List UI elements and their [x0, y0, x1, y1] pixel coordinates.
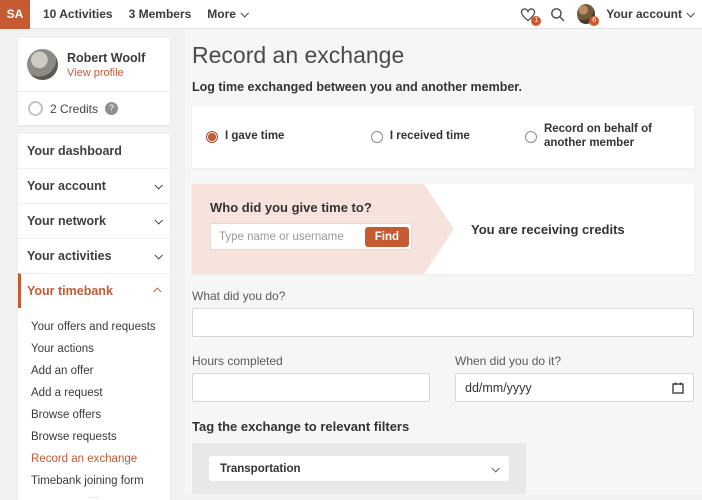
member-search-input[interactable]	[213, 231, 365, 243]
favorites-button[interactable]: 1	[519, 5, 537, 23]
sidebar-item-network[interactable]: Your network	[18, 203, 170, 238]
app-logo[interactable]: SA	[0, 0, 30, 29]
sidebar-subitem-browse-offers[interactable]: Browse offers	[18, 404, 170, 426]
what-did-you-do-label: What did you do?	[192, 289, 694, 303]
give-time-arrow-panel: Who did you give time to? Find	[192, 184, 454, 274]
sidebar-item-dashboard[interactable]: Your dashboard	[18, 134, 170, 168]
sidebar-item-activities[interactable]: Your activities	[18, 238, 170, 273]
radio-record-on-behalf[interactable]: Record on behalf of another member	[525, 123, 680, 151]
calendar-icon[interactable]	[672, 382, 684, 394]
chevron-up-icon	[153, 287, 161, 295]
member-search-group: Find	[210, 223, 412, 250]
give-time-question: Who did you give time to?	[210, 200, 412, 215]
search-button[interactable]	[548, 5, 566, 23]
chevron-down-icon	[154, 181, 162, 189]
nav-more-menu[interactable]: More	[207, 7, 247, 21]
radio-selected-icon[interactable]	[206, 131, 218, 143]
radio-i-gave-time[interactable]: I gave time	[206, 130, 371, 144]
radio-i-received-time[interactable]: I received time	[371, 130, 525, 144]
sidebar-item-timebank[interactable]: Your timebank	[18, 273, 170, 308]
page-subtitle: Log time exchanged between you and anoth…	[192, 80, 694, 94]
exchange-type-card: I gave time I received time Record on be…	[192, 106, 694, 168]
find-button[interactable]: Find	[365, 227, 409, 247]
account-avatar[interactable]: 6	[577, 5, 595, 23]
radio-icon[interactable]	[371, 131, 383, 143]
sidebar-subitem-joining-form[interactable]: Timebank joining form	[18, 470, 170, 492]
nav-members-link[interactable]: 3 Members	[129, 7, 192, 21]
chevron-down-icon	[154, 251, 162, 259]
filter-container: Transportation	[192, 443, 526, 494]
sidebar-subitem-add-offer[interactable]: Add an offer	[18, 360, 170, 382]
credits-coin-icon	[28, 101, 43, 116]
give-time-card: Who did you give time to? Find You are r…	[192, 184, 694, 274]
timebank-submenu: Your offers and requests Your actions Ad…	[18, 308, 170, 500]
view-profile-link[interactable]: View profile	[67, 67, 145, 79]
page-title: Record an exchange	[192, 42, 694, 69]
sidebar-item-account[interactable]: Your account	[18, 168, 170, 203]
radio-icon[interactable]	[525, 131, 537, 143]
filter-selected-value: Transportation	[220, 463, 301, 475]
chevron-down-icon	[686, 9, 694, 17]
date-placeholder: dd/mm/yyyy	[465, 381, 532, 395]
receiving-credits-text: You are receiving credits	[471, 222, 625, 237]
sidebar-subitem-actions[interactable]: Your actions	[18, 338, 170, 360]
sidebar-nav: Your dashboard Your account Your network…	[18, 134, 170, 500]
hours-completed-label: Hours completed	[192, 354, 430, 368]
sidebar-clipped-item: ···	[18, 492, 170, 498]
hours-completed-input[interactable]	[192, 373, 430, 402]
account-menu[interactable]: Your account	[606, 7, 693, 21]
sidebar-subitem-offers-requests[interactable]: Your offers and requests	[18, 316, 170, 338]
sidebar-subitem-add-request[interactable]: Add a request	[18, 382, 170, 404]
favorites-count-badge: 1	[531, 16, 541, 26]
chevron-down-icon	[154, 216, 162, 224]
top-navbar: SA 10 Activities 3 Members More 1 6 Your…	[0, 0, 702, 29]
chevron-down-icon	[491, 464, 499, 472]
search-icon	[550, 7, 565, 22]
credits-value: 2 Credits	[50, 102, 98, 116]
profile-card: Robert Woolf View profile 2 Credits ?	[18, 38, 170, 125]
filter-select[interactable]: Transportation	[209, 456, 509, 481]
what-did-you-do-input[interactable]	[192, 308, 694, 337]
sidebar-subitem-browse-requests[interactable]: Browse requests	[18, 426, 170, 448]
profile-name: Robert Woolf	[67, 51, 145, 65]
when-did-you-do-it-label: When did you do it?	[455, 354, 694, 368]
profile-avatar	[27, 49, 58, 80]
main-content: Record an exchange Log time exchanged be…	[185, 29, 702, 494]
date-input[interactable]: dd/mm/yyyy	[455, 373, 694, 402]
sidebar-subitem-record-exchange[interactable]: Record an exchange	[18, 448, 170, 470]
notifications-count-badge: 6	[589, 16, 599, 26]
sidebar: Robert Woolf View profile 2 Credits ? Yo…	[0, 29, 185, 494]
chevron-down-icon	[240, 9, 248, 17]
credits-row: 2 Credits ?	[18, 91, 170, 125]
tag-filters-label: Tag the exchange to relevant filters	[192, 419, 694, 434]
credits-help-icon[interactable]: ?	[105, 102, 118, 115]
nav-activities-link[interactable]: 10 Activities	[43, 7, 113, 21]
